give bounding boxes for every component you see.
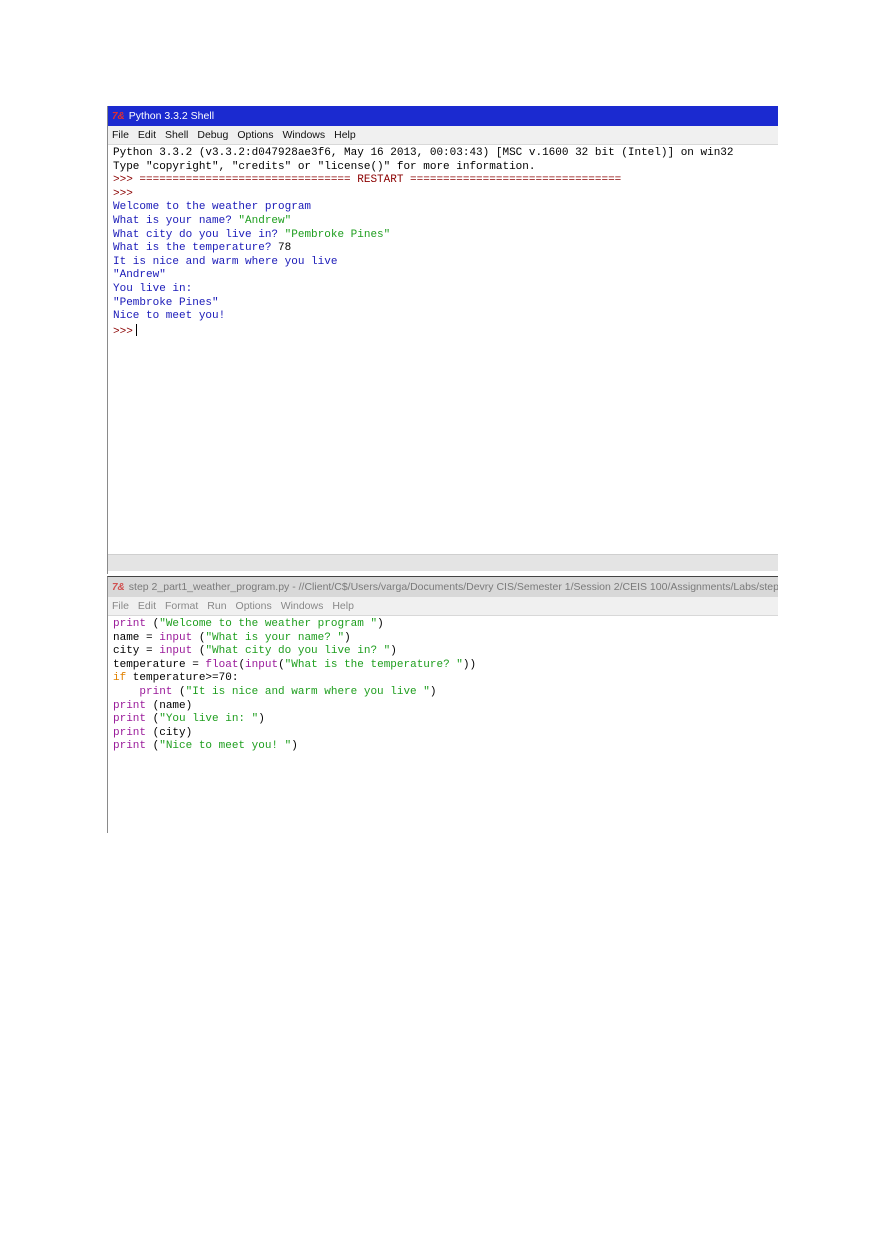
- menu-file[interactable]: File: [112, 600, 129, 612]
- menu-shell[interactable]: Shell: [165, 129, 188, 141]
- prompt-text: What is the temperature?: [113, 242, 279, 255]
- menu-run[interactable]: Run: [207, 600, 226, 612]
- editor-menubar: File Edit Format Run Options Windows Hel…: [108, 597, 778, 616]
- shell-menubar: File Edit Shell Debug Options Windows He…: [108, 126, 778, 145]
- shell-line: It is nice and warm where you live: [113, 255, 338, 268]
- menu-file[interactable]: File: [112, 129, 129, 141]
- shell-title: Python 3.3.2 Shell: [128, 110, 215, 122]
- editor-titlebar[interactable]: 7& step 2_part1_weather_program.py - //C…: [108, 577, 778, 597]
- menu-windows[interactable]: Windows: [283, 129, 326, 141]
- input-text: 78: [278, 242, 292, 255]
- text-cursor: [135, 323, 137, 336]
- shell-output[interactable]: Python 3.3.2 (v3.3.2:d047928ae3f6, May 1…: [108, 145, 778, 339]
- prompt-text: >>>: [113, 325, 133, 338]
- shell-line: Nice to meet you!: [113, 310, 226, 323]
- shell-line: You live in:: [113, 282, 193, 295]
- shell-line: "Andrew": [113, 269, 166, 282]
- code-line: temperature = float(input("What is the t…: [113, 658, 477, 671]
- shell-horizontal-scrollbar[interactable]: [108, 554, 778, 571]
- menu-format[interactable]: Format: [165, 600, 198, 612]
- python-idle-icon: 7&: [112, 110, 125, 122]
- code-line: print (city): [113, 726, 193, 739]
- menu-debug[interactable]: Debug: [197, 129, 228, 141]
- input-text: "Andrew": [238, 214, 292, 227]
- menu-options[interactable]: Options: [237, 129, 273, 141]
- prompt-text: What is your name?: [113, 214, 239, 227]
- code-line: print ("It is nice and warm where you li…: [139, 685, 437, 698]
- shell-line: What is the temperature? 78: [113, 242, 778, 256]
- code-line: name = input ("What is your name? "): [113, 631, 351, 644]
- shell-window: 7& Python 3.3.2 Shell File Edit Shell De…: [107, 106, 778, 574]
- shell-line: What is your name? "Andrew": [113, 215, 778, 229]
- menu-windows[interactable]: Windows: [281, 600, 324, 612]
- editor-window: 7& step 2_part1_weather_program.py - //C…: [107, 576, 778, 833]
- shell-titlebar[interactable]: 7& Python 3.3.2 Shell: [108, 106, 778, 126]
- shell-line: >>>: [113, 187, 133, 200]
- menu-edit[interactable]: Edit: [138, 129, 156, 141]
- menu-edit[interactable]: Edit: [138, 600, 156, 612]
- code-line: print (name): [113, 699, 193, 712]
- prompt-text: What city do you live in?: [113, 228, 285, 241]
- shell-line: Type "copyright", "credits" or "license(…: [113, 160, 536, 173]
- shell-line: >>>: [113, 323, 778, 340]
- shell-line: What city do you live in? "Pembroke Pine…: [113, 229, 778, 243]
- code-line: city = input ("What city do you live in?…: [113, 645, 397, 658]
- shell-line: >>> ================================ RES…: [113, 174, 622, 187]
- shell-line: Welcome to the weather program: [113, 201, 312, 214]
- input-text: "Pembroke Pines": [284, 228, 391, 241]
- menu-options[interactable]: Options: [236, 600, 272, 612]
- menu-help[interactable]: Help: [332, 600, 354, 612]
- shell-line: "Pembroke Pines": [113, 296, 219, 309]
- python-idle-icon: 7&: [112, 581, 125, 593]
- editor-title: step 2_part1_weather_program.py - //Clie…: [128, 581, 778, 593]
- code-line: if temperature>=70:: [113, 672, 239, 685]
- code-line: print ("Nice to meet you! "): [113, 740, 298, 753]
- menu-help[interactable]: Help: [334, 129, 356, 141]
- editor-code[interactable]: print ("Welcome to the weather program "…: [108, 616, 778, 754]
- code-line: print ("Welcome to the weather program "…: [113, 618, 384, 630]
- code-line: print ("You live in: "): [113, 713, 265, 726]
- shell-line: Python 3.3.2 (v3.3.2:d047928ae3f6, May 1…: [113, 147, 734, 159]
